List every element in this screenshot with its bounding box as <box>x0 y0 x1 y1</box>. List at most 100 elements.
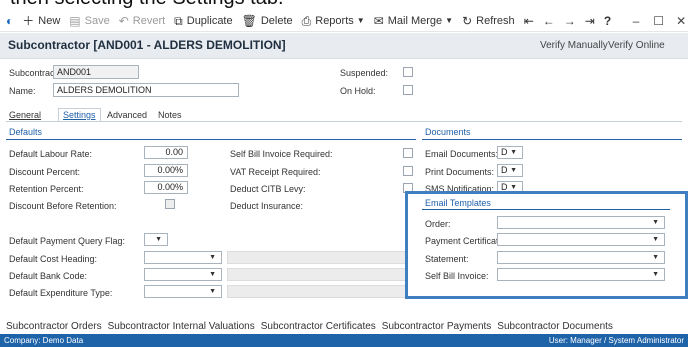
name-field[interactable]: ALDERS DEMOLITION <box>53 83 239 97</box>
name-label: Name: <box>9 86 36 96</box>
minimize-button[interactable]: – <box>629 14 643 28</box>
chevron-down-icon: ▼ <box>209 254 216 261</box>
verify-online-button[interactable]: Verify Online <box>608 40 665 51</box>
default-labour-rate-label: Default Labour Rate: <box>9 149 93 159</box>
retention-percent-label: Retention Percent: <box>9 184 84 194</box>
default-cost-heading-label: Default Cost Heading: <box>9 254 98 264</box>
on-hold-checkbox[interactable] <box>403 85 413 95</box>
email-documents-label: Email Documents: <box>425 149 499 159</box>
tab-divider <box>6 121 682 122</box>
tab-general[interactable]: General <box>9 110 41 120</box>
order-template-select[interactable]: ▼ <box>497 216 665 229</box>
default-labour-rate-field[interactable]: 0.00 <box>144 146 188 159</box>
default-expenditure-type-description <box>227 285 407 298</box>
delete-icon: 🗑 <box>241 13 257 28</box>
last-icon: ⇥ <box>584 13 595 28</box>
documents-divider <box>422 139 682 140</box>
status-user: User: Manager / System Administrator <box>548 336 684 345</box>
chevron-down-icon: ▼ <box>209 288 216 295</box>
tab-notes[interactable]: Notes <box>158 110 182 120</box>
default-bank-code-description <box>227 268 407 281</box>
chevron-down-icon: ▼ <box>155 236 162 243</box>
duplicate-icon: ⧉ <box>174 13 183 28</box>
chevron-down-icon: ▼ <box>652 254 659 261</box>
tab-advanced[interactable]: Advanced <box>107 110 147 120</box>
chevron-down-icon: ▼ <box>652 219 659 226</box>
revert-button[interactable]: ↶ Revert <box>119 15 165 27</box>
self-bill-invoice-required-label: Self Bill Invoice Required: <box>230 149 333 159</box>
chevron-down-icon: ▼ <box>209 271 216 278</box>
print-documents-label: Print Documents: <box>425 167 495 177</box>
vat-receipt-required-label: VAT Receipt Required: <box>230 167 321 177</box>
verify-manually-button[interactable]: Verify Manually <box>540 40 608 51</box>
link-subcontractor-certificates[interactable]: Subcontractor Certificates <box>261 321 376 332</box>
discount-percent-label: Discount Percent: <box>9 167 81 177</box>
suspended-checkbox[interactable] <box>403 67 413 77</box>
close-button[interactable]: ✕ <box>674 14 688 28</box>
default-expenditure-type-select[interactable]: ▼ <box>144 285 222 298</box>
discount-percent-field[interactable]: 0.00% <box>144 164 188 177</box>
record-title-bar: Subcontractor [AND001 - ALDERS DEMOLITIO… <box>0 33 688 59</box>
app-logo-icon: ◐ <box>6 13 14 28</box>
deduct-insurance-label: Deduct Insurance: <box>230 201 304 211</box>
revert-icon: ↶ <box>118 13 129 28</box>
self-bill-invoice-required-checkbox[interactable] <box>403 148 413 158</box>
link-subcontractor-orders[interactable]: Subcontractor Orders <box>6 321 102 332</box>
self-bill-invoice-template-select[interactable]: ▼ <box>497 268 665 281</box>
defaults-divider <box>6 139 416 140</box>
default-bank-code-select[interactable]: ▼ <box>144 268 222 281</box>
status-bar: Company: Demo Data User: Manager / Syste… <box>0 334 688 347</box>
next-icon: → <box>563 13 576 28</box>
default-bank-code-label: Default Bank Code: <box>9 271 88 281</box>
refresh-icon: ↻ <box>462 13 473 28</box>
status-company: Company: Demo Data <box>4 336 84 345</box>
default-payment-query-flag-select[interactable]: ▼ <box>144 233 168 246</box>
delete-button[interactable]: 🗑 Delete <box>242 15 293 27</box>
duplicate-button[interactable]: ⧉ Duplicate <box>174 15 232 27</box>
default-cost-heading-select[interactable]: ▼ <box>144 251 222 264</box>
first-record-button[interactable]: ⇤ <box>524 15 534 27</box>
defaults-heading: Defaults <box>9 127 43 137</box>
link-subcontractor-payments[interactable]: Subcontractor Payments <box>382 321 492 332</box>
help-button[interactable]: ? <box>604 14 611 28</box>
save-icon: ▤ <box>69 13 81 28</box>
new-icon: ＋ <box>22 13 35 28</box>
refresh-button[interactable]: ↻ Refresh <box>462 15 515 27</box>
page-title: Subcontractor [AND001 - ALDERS DEMOLITIO… <box>8 38 286 52</box>
print-documents-select[interactable]: D ▼ <box>497 164 523 177</box>
print-icon: ⎙ <box>301 13 312 28</box>
last-record-button[interactable]: ⇥ <box>585 15 595 27</box>
retention-percent-field[interactable]: 0.00% <box>144 181 188 194</box>
documents-heading: Documents <box>425 127 471 137</box>
on-hold-label: On Hold: <box>340 86 376 96</box>
mail-icon: ✉ <box>373 13 384 28</box>
discount-before-retention-checkbox[interactable] <box>165 199 175 209</box>
link-subcontractor-internal-valuations[interactable]: Subcontractor Internal Valuations <box>108 321 255 332</box>
reports-button[interactable]: ⎙ Reports ▼ <box>302 15 365 27</box>
deduct-citb-levy-label: Deduct CITB Levy: <box>230 184 306 194</box>
chevron-down-icon: ▼ <box>510 149 517 156</box>
link-subcontractor-documents[interactable]: Subcontractor Documents <box>497 321 613 332</box>
discount-before-retention-label: Discount Before Retention: <box>9 201 117 211</box>
statement-template-label: Statement: <box>425 254 469 264</box>
new-button[interactable]: ＋ New <box>22 15 60 27</box>
chevron-down-icon: ▼ <box>356 16 365 25</box>
prev-icon: ← <box>542 13 555 28</box>
order-template-label: Order: <box>425 219 451 229</box>
previous-record-button[interactable]: ← <box>543 15 555 27</box>
save-button[interactable]: ▤ Save <box>69 15 109 27</box>
subcontractor-code-field[interactable]: AND001 <box>53 65 139 79</box>
instruction-caption: then selecting the Settings tab. <box>0 0 688 10</box>
statement-template-select[interactable]: ▼ <box>497 251 665 264</box>
vat-receipt-required-checkbox[interactable] <box>403 166 413 176</box>
tab-settings[interactable]: Settings <box>58 108 101 122</box>
default-payment-query-flag-label: Default Payment Query Flag: <box>9 236 126 246</box>
next-record-button[interactable]: → <box>564 15 576 27</box>
related-links-bar: Subcontractor Orders Subcontractor Inter… <box>0 318 688 334</box>
chevron-down-icon: ▼ <box>445 16 454 25</box>
payment-certificate-template-select[interactable]: ▼ <box>497 233 665 246</box>
email-documents-select[interactable]: D ▼ <box>497 146 523 159</box>
chevron-down-icon: ▼ <box>510 167 517 174</box>
mail-merge-button[interactable]: ✉ Mail Merge ▼ <box>374 15 453 27</box>
maximize-button[interactable]: ☐ <box>652 14 666 28</box>
